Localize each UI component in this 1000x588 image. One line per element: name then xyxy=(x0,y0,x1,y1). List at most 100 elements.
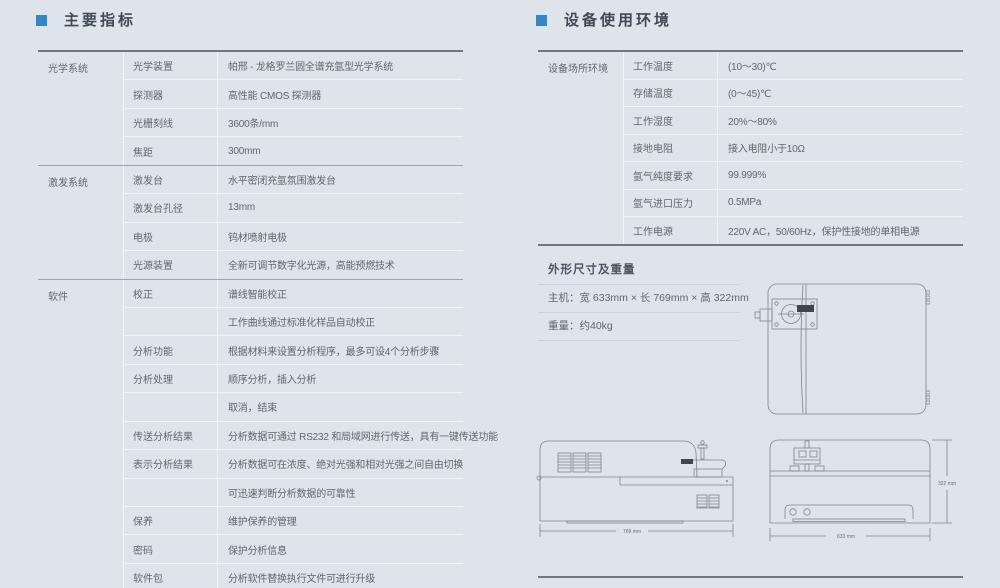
spec-value: 高性能 CMOS 探测器 xyxy=(218,80,463,107)
vents-lower xyxy=(697,495,719,508)
table-group-environment: 设备场所环境 工作温度 (10～30)℃ 存储温度 (0～45)℃ 工作湿度 2… xyxy=(538,52,963,244)
spec-label: 氩气进口压力 xyxy=(624,190,718,217)
table-row: 激发台 水平密闭充氩氛围激发台 xyxy=(124,166,463,193)
spec-value: 水平密闭充氩氛围激发台 xyxy=(218,166,463,193)
table-row: 分析处理 顺序分析，插入分析 xyxy=(124,364,463,392)
spec-value: 维护保养的管理 xyxy=(218,507,463,534)
spec-label: 电极 xyxy=(124,223,218,250)
spec-value: 0.5MPa xyxy=(718,190,963,217)
front-view-drawing: 633 mm 322 mm xyxy=(768,438,964,548)
lid-seam xyxy=(801,284,806,414)
table-row: 激发台孔径 13mm xyxy=(124,193,463,221)
spec-value: (0～45)℃ xyxy=(718,80,963,107)
spec-value: 保护分析信息 xyxy=(218,535,463,562)
environment-table: 设备场所环境 工作温度 (10～30)℃ 存储温度 (0～45)℃ 工作湿度 2… xyxy=(538,50,963,246)
host-dimensions-text: 主机：宽 633mm × 长 769mm × 高 322mm xyxy=(548,285,749,312)
table-row: 光学装置 帕邢 - 龙格罗兰圆全谱充氩型光学系统 xyxy=(124,52,463,79)
spec-label: 焦距 xyxy=(124,137,218,164)
table-row: 取消，结束 xyxy=(124,392,463,420)
group-rows: 激发台 水平密闭充氩氛围激发台 激发台孔径 13mm 电极 钨材喷射电极 光源装… xyxy=(124,166,463,279)
height-dimension-line: 322 mm xyxy=(932,440,956,523)
spec-label: 分析处理 xyxy=(124,365,218,392)
spec-label: 激发台孔径 xyxy=(124,194,218,221)
spec-label: 工作电源 xyxy=(624,217,718,244)
spec-value: 3600条/mm xyxy=(218,109,463,136)
spec-label: 光源装置 xyxy=(124,251,218,278)
spec-value: 取消，结束 xyxy=(218,393,463,420)
panel-dot xyxy=(726,480,728,482)
table-row: 电极 钨材喷射电极 xyxy=(124,222,463,250)
table-row: 软件包 分析软件替换执行文件可进行升级 xyxy=(124,563,463,588)
table-row: 光栅刻线 3600条/mm xyxy=(124,108,463,136)
table-row: 光源装置 全新可调节数字化光源，高能预燃技术 xyxy=(124,250,463,278)
divider xyxy=(538,340,740,341)
clamp-assembly xyxy=(681,441,726,477)
left-section-title: 主要指标 xyxy=(64,9,136,30)
machine-body-outline xyxy=(768,284,926,414)
table-row: 接地电阻 接入电阻小于10Ω xyxy=(624,134,963,162)
section-bullet-icon xyxy=(536,15,547,26)
spec-label: 传送分析结果 xyxy=(124,422,218,449)
group-label: 设备场所环境 xyxy=(538,52,624,244)
dimensions-title: 外形尺寸及重量 xyxy=(548,261,636,277)
spec-value: 分析软件替换执行文件可进行升级 xyxy=(218,564,463,588)
table-row: 焦距 300mm xyxy=(124,136,463,164)
table-row: 工作曲线通过标准化样品自动校正 xyxy=(124,307,463,335)
spec-value: 工作曲线通过标准化样品自动校正 xyxy=(218,308,463,335)
spec-value: 全新可调节数字化光源，高能预燃技术 xyxy=(218,251,463,278)
spec-label: 软件包 xyxy=(124,564,218,588)
bottom-divider xyxy=(538,576,963,578)
table-row: 密码 保护分析信息 xyxy=(124,534,463,562)
dimension-label-width: 633 mm xyxy=(837,534,855,540)
table-row: 校正 谱线智能校正 xyxy=(124,280,463,307)
spec-value: 99.999% xyxy=(718,162,963,189)
table-row: 工作湿度 20%～80% xyxy=(624,106,963,134)
table-row: 工作温度 (10～30)℃ xyxy=(624,52,963,79)
group-label: 激发系统 xyxy=(38,166,124,279)
spec-label: 存储温度 xyxy=(624,80,718,107)
group-label: 光学系统 xyxy=(38,52,124,165)
spec-value: 谱线智能校正 xyxy=(218,280,463,307)
spec-value: 分析数据可通过 RS232 和局域网进行传送，具有一键传送功能 xyxy=(218,422,498,449)
top-view-drawing xyxy=(754,282,930,416)
table-row: 工作电源 220V AC，50/60Hz，保护性接地的单相电源 xyxy=(624,216,963,244)
table-row: 氩气纯度要求 99.999% xyxy=(624,161,963,189)
spec-value: 顺序分析，插入分析 xyxy=(218,365,463,392)
table-row: 表示分析结果 分析数据可在浓度、绝对光强和相对光强之间自由切换 xyxy=(124,449,463,477)
spec-value: 分析数据可在浓度、绝对光强和相对光强之间自由切换 xyxy=(218,450,463,477)
group-rows: 校正 谱线智能校正 工作曲线通过标准化样品自动校正 分析功能 根据材料来设置分析… xyxy=(124,280,463,588)
spec-value: 根据材料来设置分析程序，最多可设4个分析步骤 xyxy=(218,336,463,363)
spark-stand-assembly xyxy=(755,299,817,329)
group-label: 软件 xyxy=(38,280,124,588)
spec-value: 20%～80% xyxy=(718,107,963,134)
weight-text: 重量：约40kg xyxy=(548,313,613,340)
dimension-label-length: 769 mm xyxy=(623,529,641,535)
section-bullet-icon xyxy=(36,15,47,26)
spec-value: 可迅速判断分析数据的可靠性 xyxy=(218,479,463,506)
spec-value: (10～30)℃ xyxy=(718,52,963,79)
table-row: 保养 维护保养的管理 xyxy=(124,506,463,534)
spec-label xyxy=(124,393,218,420)
spec-label: 激发台 xyxy=(124,166,218,193)
spec-label: 保养 xyxy=(124,507,218,534)
group-rows: 工作温度 (10～30)℃ 存储温度 (0～45)℃ 工作湿度 20%～80% … xyxy=(624,52,963,244)
spec-label: 工作湿度 xyxy=(624,107,718,134)
table-group-optical: 光学系统 光学装置 帕邢 - 龙格罗兰圆全谱充氩型光学系统 探测器 高性能 CM… xyxy=(38,52,463,165)
spec-label: 表示分析结果 xyxy=(124,450,218,477)
side-view-drawing: 769 mm xyxy=(534,438,738,542)
right-section-title: 设备使用环境 xyxy=(564,9,672,30)
spec-label: 接地电阻 xyxy=(624,135,718,162)
length-dimension-line: 769 mm xyxy=(540,524,733,537)
spec-label: 工作温度 xyxy=(624,52,718,79)
width-dimension-line: 633 mm xyxy=(770,528,930,541)
spec-label: 校正 xyxy=(124,280,218,307)
spec-label xyxy=(124,479,218,506)
spec-label: 光栅刻线 xyxy=(124,109,218,136)
side-knob xyxy=(537,476,541,480)
table-row: 探测器 高性能 CMOS 探测器 xyxy=(124,79,463,107)
table-row: 存储温度 (0～45)℃ xyxy=(624,79,963,107)
hinges xyxy=(926,291,930,404)
table-row: 传送分析结果 分析数据可通过 RS232 和局域网进行传送，具有一键传送功能 xyxy=(124,421,463,449)
clamp-assembly xyxy=(790,441,824,471)
group-rows: 光学装置 帕邢 - 龙格罗兰圆全谱充氩型光学系统 探测器 高性能 CMOS 探测… xyxy=(124,52,463,165)
